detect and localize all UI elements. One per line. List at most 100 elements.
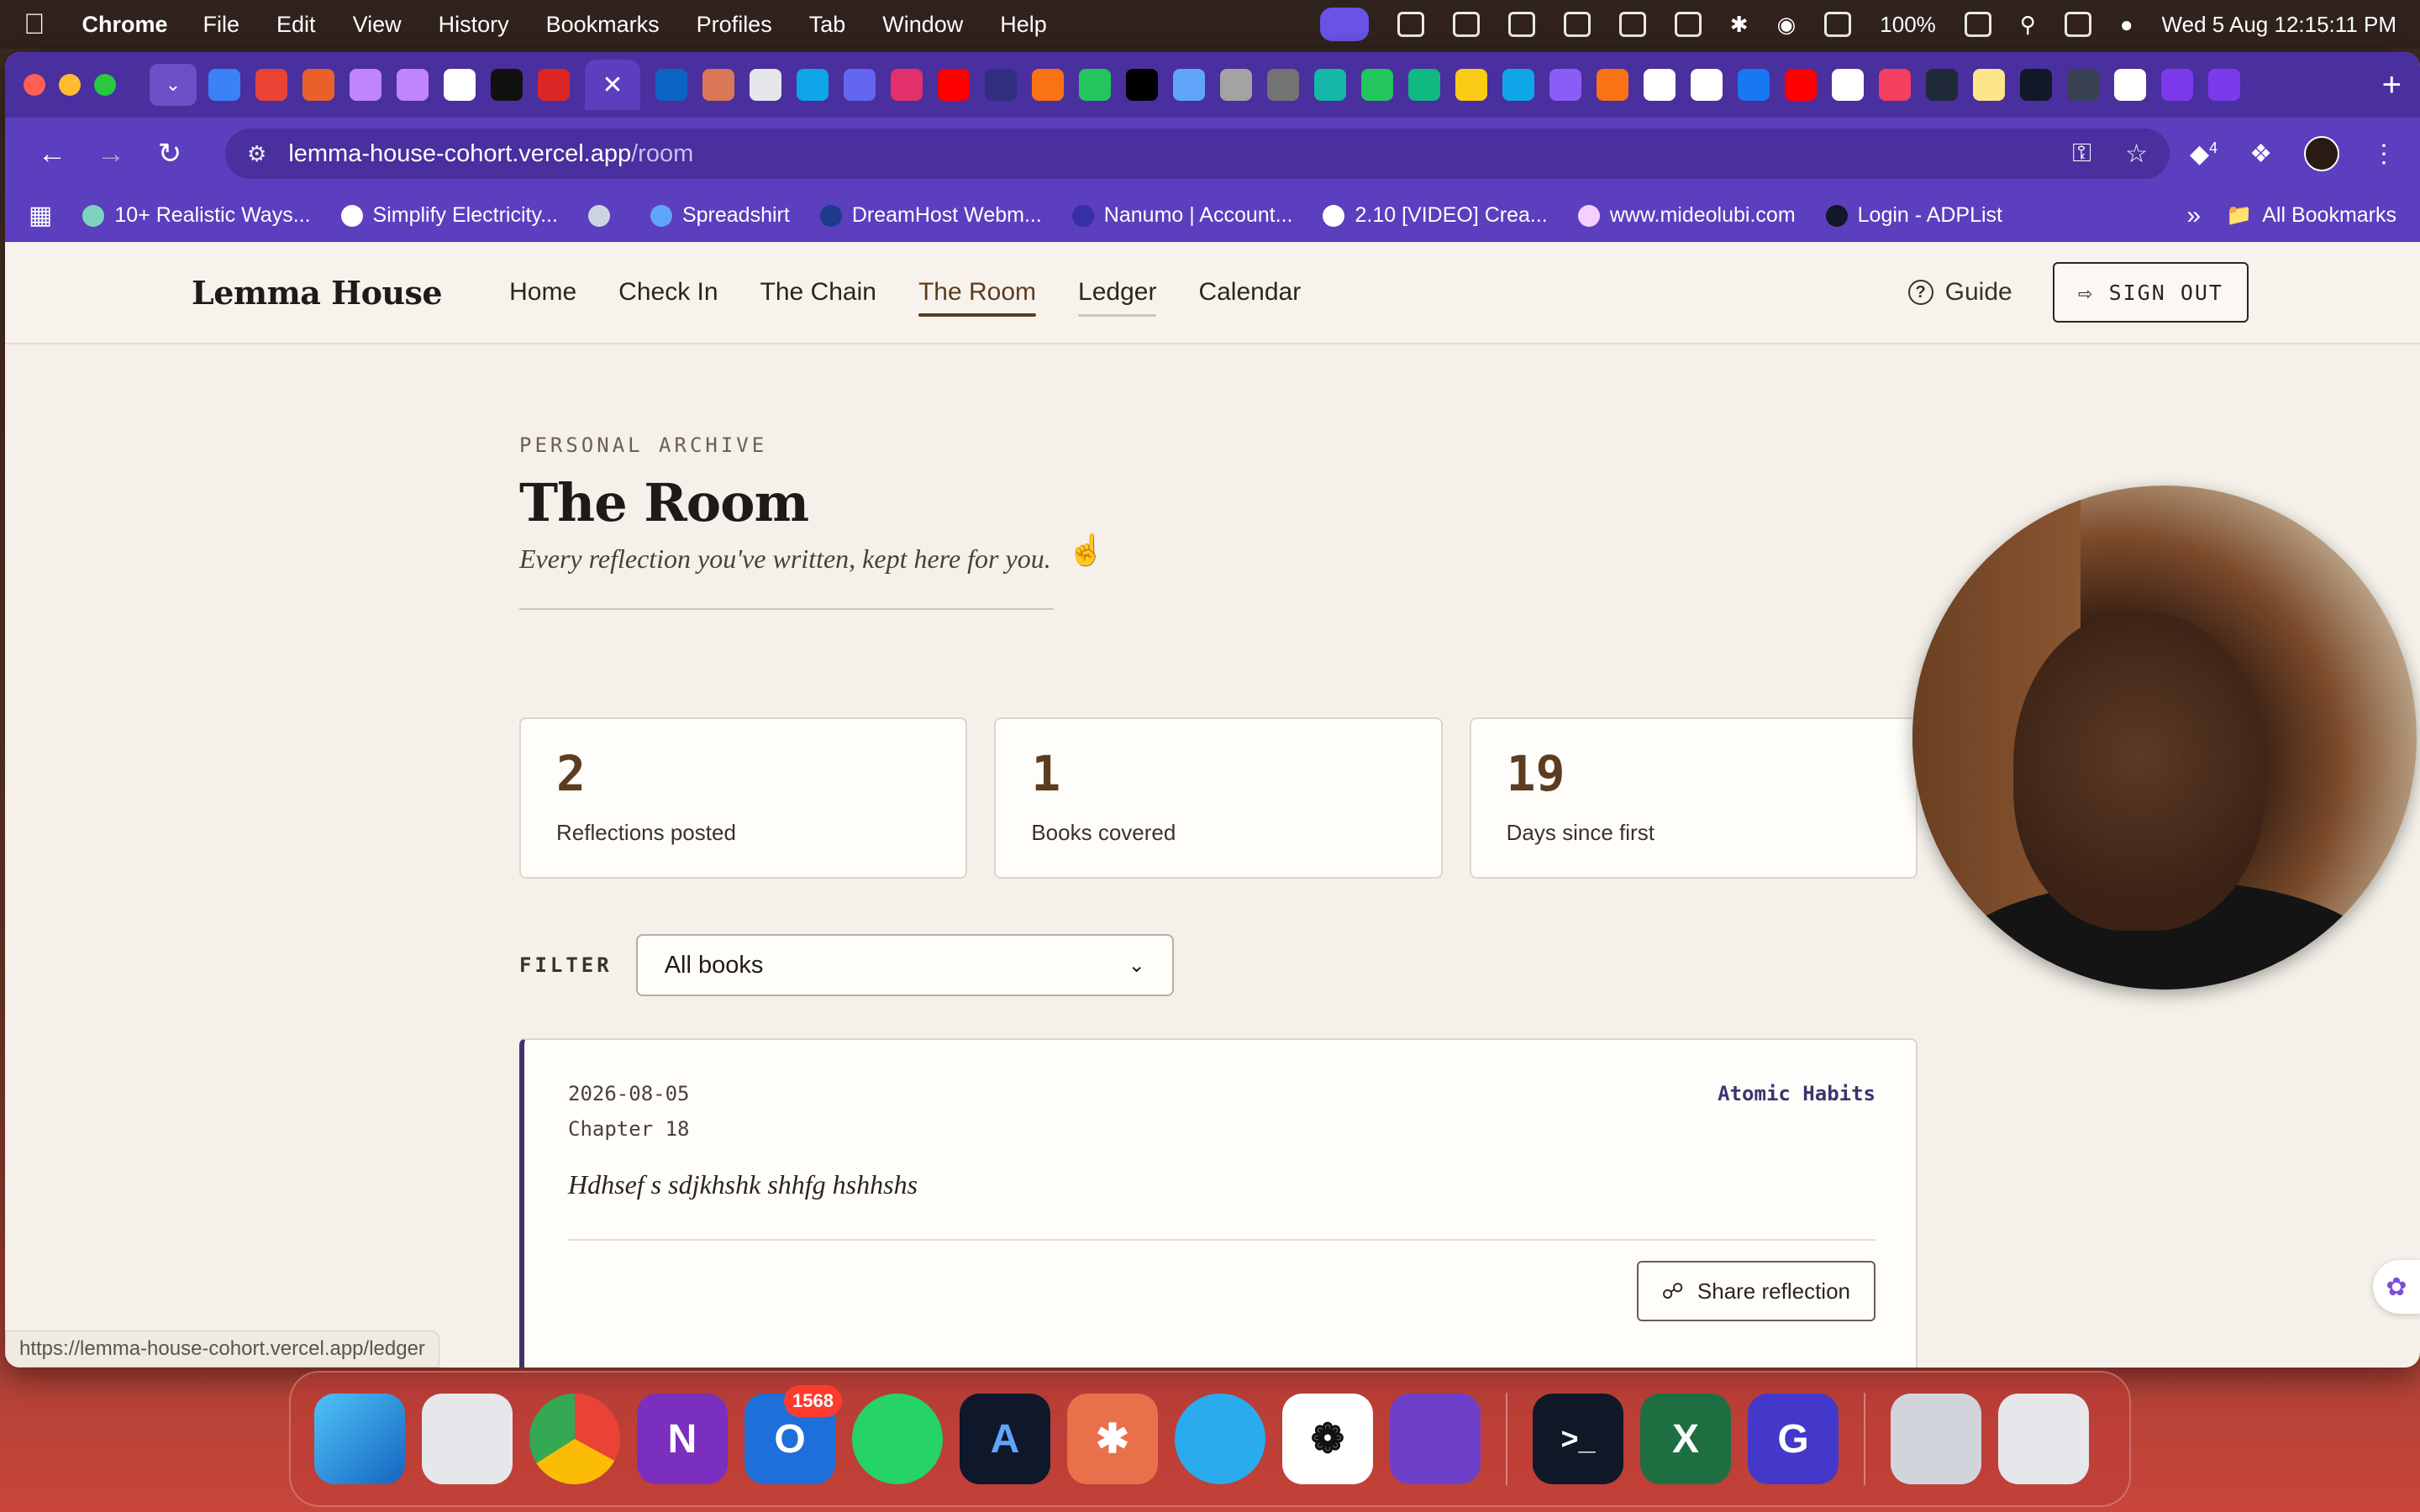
tab-favicon[interactable] xyxy=(2067,69,2099,101)
tab-favicon[interactable] xyxy=(1314,69,1346,101)
tab-favicon[interactable] xyxy=(891,69,923,101)
bookmark-item[interactable]: www.mideolubi.com xyxy=(1577,203,1796,228)
new-tab-plus-icon[interactable]: + xyxy=(2382,66,2402,104)
bookmark-item[interactable]: 2.10 [VIDEO] Crea... xyxy=(1323,203,1548,228)
minimize-window-button[interactable] xyxy=(59,74,81,96)
tab-favicon[interactable] xyxy=(1549,69,1581,101)
tab-favicon[interactable] xyxy=(538,69,570,101)
nav-the-room[interactable]: The Room xyxy=(918,271,1037,317)
site-settings-icon[interactable]: ⚙ xyxy=(247,141,266,167)
screenshot-icon[interactable] xyxy=(1507,12,1535,37)
tab-favicon[interactable] xyxy=(397,69,429,101)
webcam-overlay[interactable] xyxy=(1912,486,2417,990)
extensions-puzzle-icon[interactable]: ❖ xyxy=(2249,139,2272,169)
guide-link[interactable]: ? Guide xyxy=(1907,278,2012,307)
tab-favicon[interactable] xyxy=(1926,69,1958,101)
tab-favicon[interactable] xyxy=(1973,69,2005,101)
nav-home[interactable]: Home xyxy=(509,271,576,313)
screen-share-icon[interactable] xyxy=(1319,8,1369,41)
tab-favicon[interactable] xyxy=(1408,69,1440,101)
apps-grid-icon[interactable]: ▦ xyxy=(29,201,52,230)
dock-excel-icon[interactable]: X xyxy=(1640,1394,1731,1484)
record-icon[interactable] xyxy=(1563,12,1591,37)
dock-github-icon[interactable] xyxy=(1390,1394,1481,1484)
play-icon[interactable] xyxy=(1618,12,1646,37)
tab-favicon[interactable] xyxy=(797,69,829,101)
tab-favicon[interactable] xyxy=(1785,69,1817,101)
bookmark-item[interactable]: Nanumo | Account... xyxy=(1071,203,1292,228)
reload-icon[interactable]: ↻ xyxy=(146,137,193,171)
wifi-icon[interactable]: ◉ xyxy=(1777,12,1797,38)
dock-claude-icon[interactable]: ✱ xyxy=(1067,1394,1158,1484)
tab-favicon[interactable] xyxy=(1267,69,1299,101)
kebab-menu-icon[interactable]: ⋮ xyxy=(2371,139,2396,169)
brain-extension-icon[interactable]: ✿ xyxy=(2373,1260,2420,1314)
tab-favicon[interactable] xyxy=(2161,69,2193,101)
siri-icon[interactable]: ● xyxy=(2120,12,2133,38)
nav-calendar[interactable]: Calendar xyxy=(1198,271,1301,313)
all-bookmarks-button[interactable]: 📁 All Bookmarks xyxy=(2226,203,2396,228)
dock-telegram-icon[interactable] xyxy=(1175,1394,1265,1484)
menu-history[interactable]: History xyxy=(439,12,509,38)
tab-favicon[interactable] xyxy=(302,69,334,101)
cloud-icon[interactable] xyxy=(1452,12,1480,37)
profile-avatar[interactable] xyxy=(2304,136,2339,171)
tab-favicon[interactable] xyxy=(702,69,734,101)
dock-launchpad-icon[interactable] xyxy=(422,1394,513,1484)
nav-check-in[interactable]: Check In xyxy=(618,271,718,313)
bookmark-item[interactable]: DreamHost Webm... xyxy=(819,203,1042,228)
tab-favicon[interactable] xyxy=(2114,69,2146,101)
battery-icon[interactable] xyxy=(1964,12,1991,37)
nav-ledger[interactable]: Ledger xyxy=(1078,271,1157,317)
tab-favicon[interactable] xyxy=(1502,69,1534,101)
sign-out-button[interactable]: ⇨ SIGN OUT xyxy=(2052,262,2249,323)
tab-favicon[interactable] xyxy=(208,69,240,101)
menu-window[interactable]: Window xyxy=(882,12,963,38)
dock-grammarly-icon[interactable]: G xyxy=(1748,1394,1839,1484)
tab-search-chevron-icon[interactable]: ⌄ xyxy=(150,64,197,106)
menu-help[interactable]: Help xyxy=(1000,12,1047,38)
tab-favicon[interactable] xyxy=(1220,69,1252,101)
bookmark-item[interactable] xyxy=(587,204,620,227)
tab-favicon[interactable] xyxy=(1126,69,1158,101)
dock-chrome-icon[interactable] xyxy=(529,1394,620,1484)
dock-scrubrise-icon[interactable] xyxy=(1891,1394,1981,1484)
dock-onenote-icon[interactable]: N xyxy=(637,1394,728,1484)
bookmark-item[interactable]: Login - ADPList xyxy=(1825,203,2002,228)
menu-app-name[interactable]: Chrome xyxy=(82,12,168,38)
active-tab-close-icon[interactable]: ✕ xyxy=(585,60,640,110)
menu-edit[interactable]: Edit xyxy=(276,12,316,38)
address-bar[interactable]: ⚙ lemma-house-cohort.vercel.app/room ⚿ ☆ xyxy=(225,129,2170,179)
tab-favicon[interactable] xyxy=(444,69,476,101)
bluetooth-icon[interactable]: ✱ xyxy=(1730,12,1749,38)
site-logo[interactable]: Lemma House xyxy=(192,274,443,312)
extension-badge-icon[interactable]: ◆4 xyxy=(2190,139,2217,169)
tab-favicon[interactable] xyxy=(655,69,687,101)
dock-whatsapp-icon[interactable] xyxy=(852,1394,943,1484)
bookmarks-overflow-icon[interactable]: » xyxy=(2186,202,2201,230)
spotlight-search-icon[interactable]: ⚲ xyxy=(2020,12,2036,38)
menu-profiles[interactable]: Profiles xyxy=(697,12,772,38)
dock-terminal-icon[interactable]: >_ xyxy=(1533,1394,1623,1484)
fullscreen-window-button[interactable] xyxy=(94,74,116,96)
dock-arc-icon[interactable]: A xyxy=(960,1394,1050,1484)
control-center-icon[interactable] xyxy=(2064,12,2091,37)
tab-favicon[interactable] xyxy=(1361,69,1393,101)
dock-outlook-icon[interactable]: O 1568 xyxy=(744,1385,842,1484)
book-filter-select[interactable]: All books ⌄ xyxy=(635,934,1174,996)
tab-favicon[interactable] xyxy=(1032,69,1064,101)
tab-favicon[interactable] xyxy=(985,69,1017,101)
tab-favicon[interactable] xyxy=(1832,69,1864,101)
dock-trash-icon[interactable] xyxy=(1998,1394,2089,1484)
tab-favicon[interactable] xyxy=(1455,69,1487,101)
link-icon[interactable] xyxy=(1824,12,1852,37)
dock-finder-icon[interactable] xyxy=(314,1394,405,1484)
password-key-icon[interactable]: ⚿ xyxy=(2072,139,2091,169)
tab-favicon[interactable] xyxy=(1738,69,1770,101)
tab-favicon[interactable] xyxy=(844,69,876,101)
tab-favicon[interactable] xyxy=(350,69,381,101)
bookmark-star-icon[interactable]: ☆ xyxy=(2125,139,2148,169)
tab-favicon[interactable] xyxy=(938,69,970,101)
tab-favicon[interactable] xyxy=(750,69,781,101)
bookmark-item[interactable]: Spreadshirt xyxy=(650,203,790,228)
